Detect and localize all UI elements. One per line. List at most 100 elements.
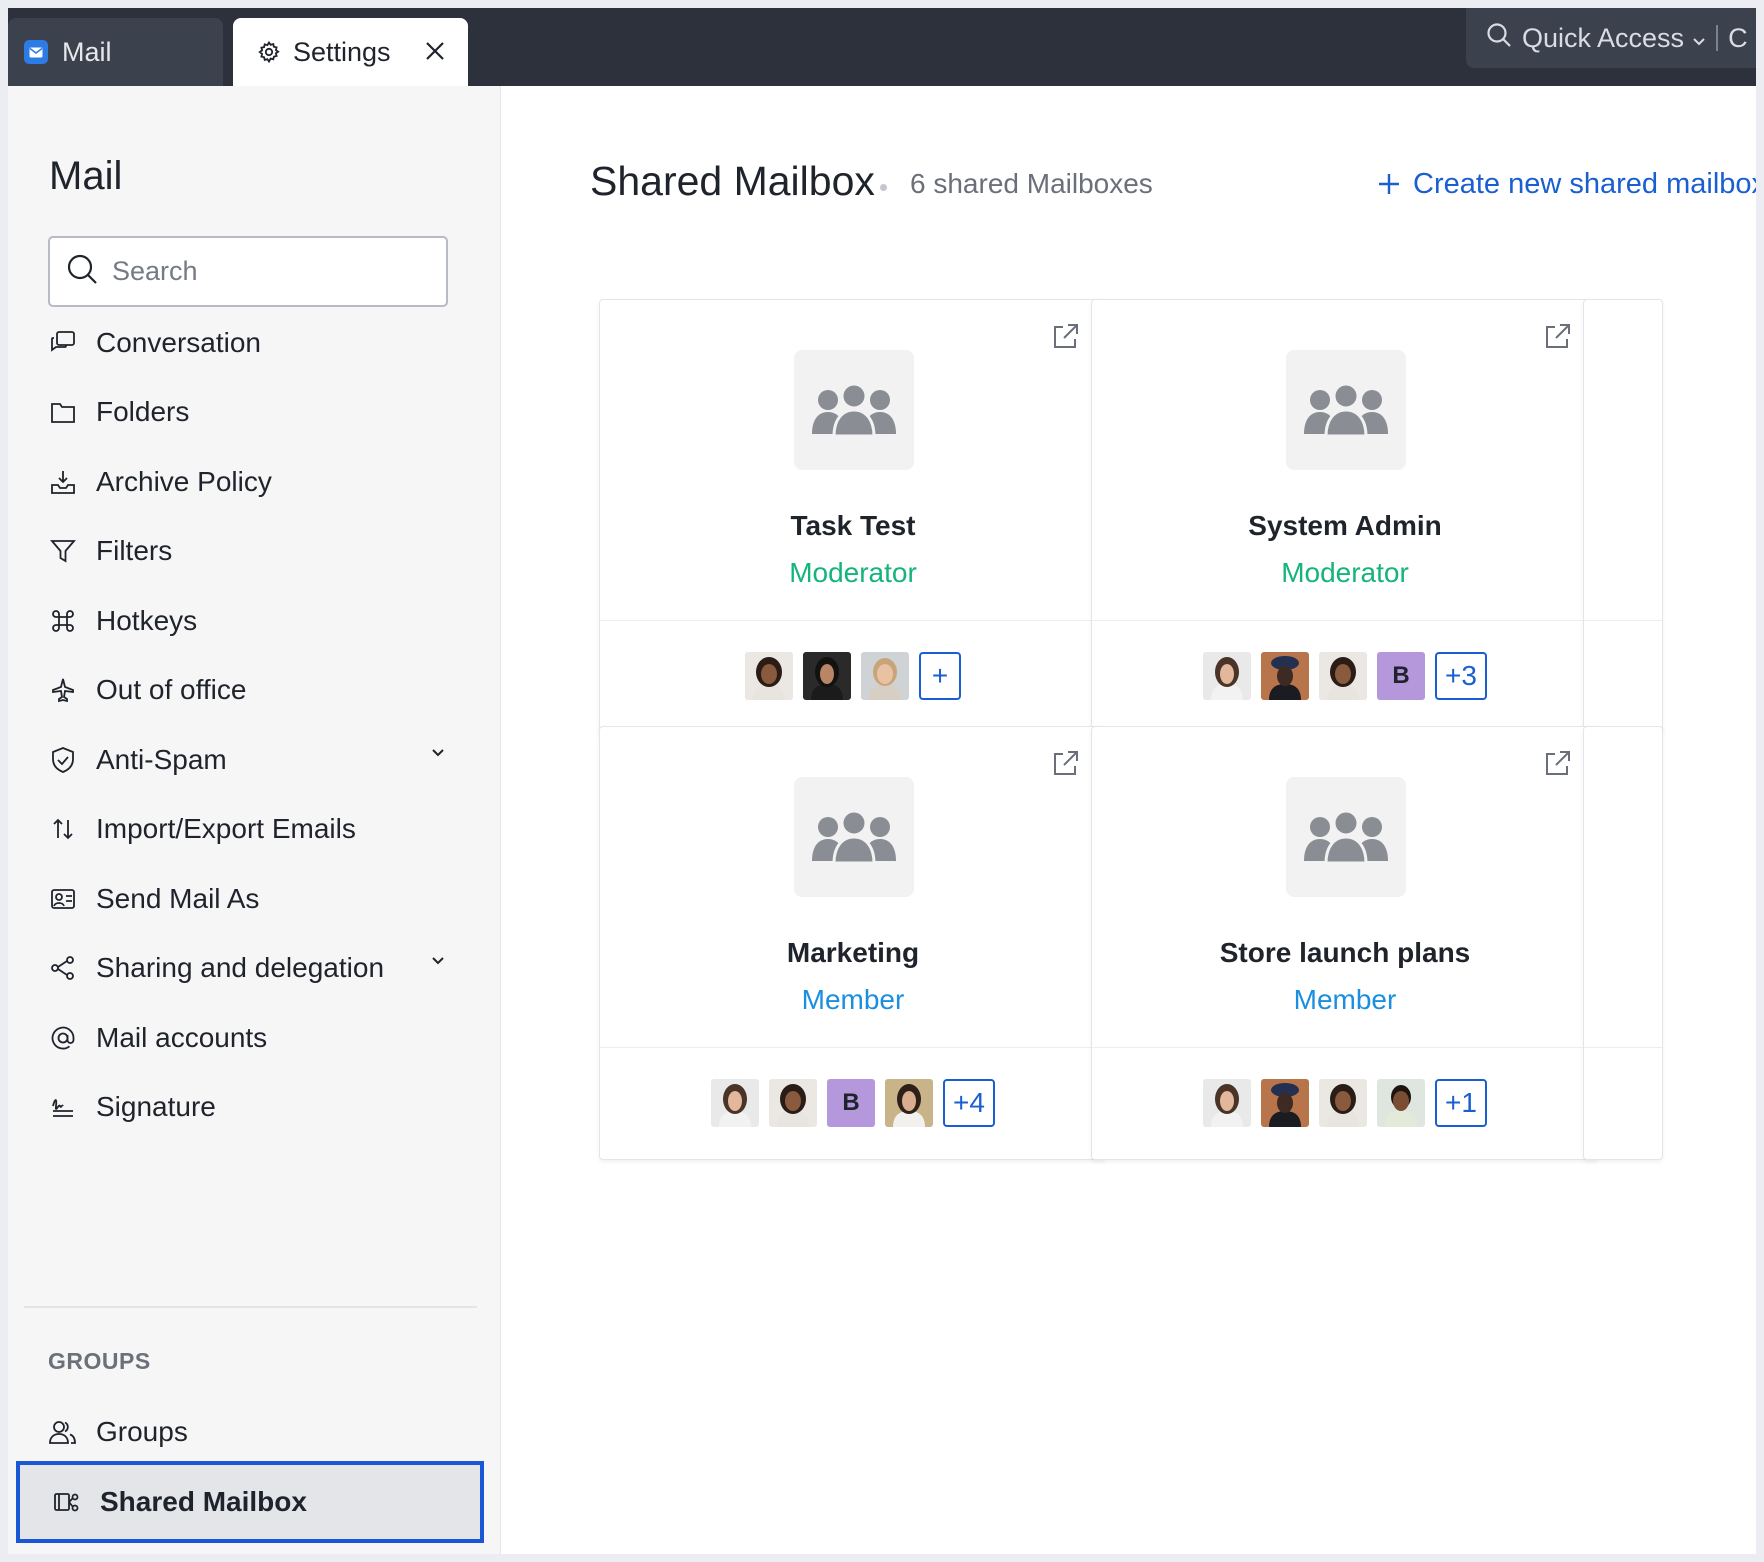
card-divider [1584, 1047, 1662, 1048]
avatar[interactable] [861, 652, 909, 700]
search-box[interactable] [48, 236, 448, 307]
more-members-button[interactable]: + [919, 652, 961, 700]
divider [1716, 25, 1719, 51]
tab-settings[interactable]: Settings [233, 18, 468, 86]
avatar[interactable] [1261, 1079, 1310, 1127]
mailbox-role: Moderator [789, 557, 917, 588]
sidebar-divider [24, 1306, 477, 1308]
open-external-icon[interactable] [1050, 749, 1080, 779]
shared-mailbox-card[interactable]: Task Test Moderator + [599, 299, 1107, 733]
open-external-icon[interactable] [1050, 322, 1080, 352]
member-avatars: B +4 [600, 1079, 1106, 1129]
chevron-down-icon[interactable] [431, 956, 445, 966]
mailbox-count: 6 shared Mailboxes [910, 168, 1153, 199]
people-icon [812, 382, 896, 438]
people-icon [812, 809, 896, 865]
sidebar-item-shared-mailbox[interactable]: Shared Mailbox [16, 1461, 484, 1543]
sidebar-item-label: Hotkeys [96, 605, 198, 636]
archive-icon [48, 467, 78, 497]
avatar[interactable] [1261, 652, 1310, 700]
avatar[interactable] [1377, 1079, 1426, 1127]
open-external-icon[interactable] [1542, 322, 1572, 352]
avatar[interactable] [1319, 652, 1368, 700]
settings-sidebar: Mail Conversation Folders Archive Policy [8, 86, 501, 1554]
more-members-button[interactable]: +3 [1435, 652, 1487, 700]
at-icon [48, 1023, 78, 1053]
avatar[interactable] [1319, 1079, 1368, 1127]
sidebar-item-out-of-office[interactable]: Out of office [8, 660, 501, 720]
card-divider [1092, 620, 1598, 621]
shared-mailbox-card-partial[interactable] [1583, 299, 1663, 733]
sidebar-item-anti-spam[interactable]: Anti-Spam [8, 730, 501, 790]
filter-icon [48, 536, 78, 566]
sidebar-item-signature[interactable]: Signature [8, 1077, 501, 1137]
avatar[interactable] [745, 652, 793, 700]
avatar[interactable] [803, 652, 851, 700]
folder-icon [48, 397, 78, 427]
avatar[interactable] [769, 1079, 818, 1127]
member-avatars: B +3 [1092, 652, 1598, 702]
chevron-down-icon[interactable] [431, 748, 445, 758]
sidebar-item-conversation[interactable]: Conversation [8, 313, 501, 373]
sidebar-title: Mail [49, 154, 123, 198]
people-icon [1304, 809, 1388, 865]
sidebar-item-groups[interactable]: Groups [8, 1402, 501, 1462]
close-icon[interactable] [424, 40, 446, 62]
sidebar-item-label: Send Mail As [96, 883, 260, 914]
open-external-icon[interactable] [1542, 749, 1572, 779]
member-avatars: +1 [1092, 1079, 1598, 1129]
shared-mailbox-card[interactable]: Store launch plans Member +1 [1091, 726, 1599, 1160]
command-icon [48, 606, 78, 636]
avatar[interactable]: B [1377, 652, 1426, 700]
card-divider [600, 1047, 1106, 1048]
sidebar-item-sharing-delegation[interactable]: Sharing and delegation [8, 938, 501, 998]
sidebar-item-hotkeys[interactable]: Hotkeys [8, 591, 501, 651]
sidebar-item-label: Folders [96, 396, 190, 427]
chevron-down-icon [1692, 23, 1706, 54]
shared-mailbox-card[interactable]: Marketing Member B +4 [599, 726, 1107, 1160]
mailbox-role: Moderator [1281, 557, 1409, 588]
search-icon [66, 253, 98, 290]
top-bar: Mail Settings Quick Access C [8, 8, 1756, 86]
plus-icon [1377, 166, 1401, 202]
avatar[interactable] [1203, 652, 1252, 700]
sidebar-item-archive-policy[interactable]: Archive Policy [8, 452, 501, 512]
shared-mailbox-card[interactable]: System Admin Moderator B +3 [1091, 299, 1599, 733]
avatar[interactable] [885, 1079, 934, 1127]
shared-mailbox-card-partial[interactable] [1583, 726, 1663, 1160]
sidebar-item-label: Shared Mailbox [100, 1486, 307, 1517]
tab-mail[interactable]: Mail [8, 18, 223, 86]
avatar[interactable] [711, 1079, 760, 1127]
sidebar-item-label: Filters [96, 535, 173, 566]
avatar[interactable]: B [827, 1079, 876, 1127]
people-icon [1304, 382, 1388, 438]
create-link-label: Create new shared mailbox [1413, 167, 1756, 200]
group-avatar [794, 350, 914, 470]
import-export-icon [48, 814, 78, 844]
search-input[interactable] [112, 256, 412, 287]
mailbox-name: Store launch plans [1219, 937, 1471, 968]
sidebar-item-label: Anti-Spam [96, 744, 227, 775]
more-members-button[interactable]: +4 [943, 1079, 995, 1127]
sidebar-item-filters[interactable]: Filters [8, 521, 501, 581]
tab-mail-label: Mail [62, 36, 112, 67]
sidebar-item-import-export[interactable]: Import/Export Emails [8, 799, 501, 859]
sidebar-item-label: Conversation [96, 327, 261, 358]
sidebar-item-send-mail-as[interactable]: Send Mail As [8, 869, 501, 929]
mailbox-name: System Admin [1248, 510, 1442, 541]
shared-mailbox-icon [52, 1487, 82, 1517]
app-window: Mail Settings Quick Access C Mail Search… [8, 8, 1756, 1554]
more-members-button[interactable]: +1 [1435, 1079, 1487, 1127]
create-shared-mailbox-link[interactable]: Create new shared mailbox [1377, 166, 1756, 202]
quick-access-button[interactable]: Quick Access C [1466, 8, 1756, 68]
page-title: Shared Mailbox [590, 158, 875, 204]
sidebar-item-folders[interactable]: Folders [8, 382, 501, 442]
sidebar-item-label: Signature [96, 1091, 216, 1122]
sidebar-item-label: Mail accounts [96, 1022, 268, 1053]
mailbox-role: Member [801, 984, 905, 1015]
quick-access-more[interactable]: C [1728, 23, 1748, 54]
avatar[interactable] [1203, 1079, 1252, 1127]
group-avatar [1286, 777, 1406, 897]
groups-heading: GROUPS [48, 1348, 151, 1374]
sidebar-item-mail-accounts[interactable]: Mail accounts [8, 1008, 501, 1068]
